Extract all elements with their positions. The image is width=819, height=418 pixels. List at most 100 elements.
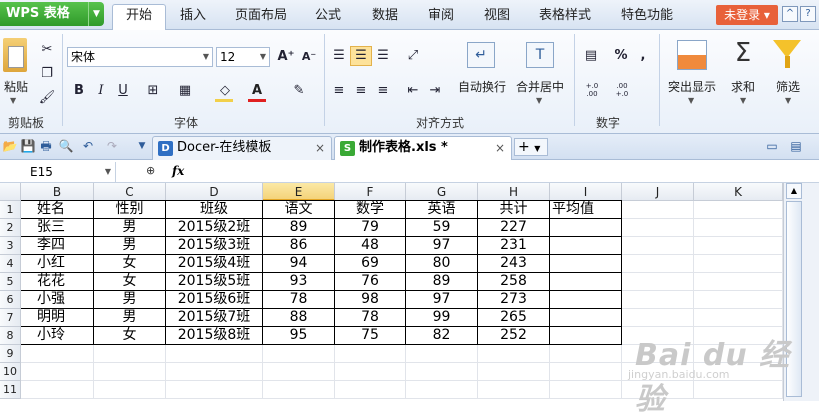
tab-formulas[interactable]: 公式 — [306, 5, 350, 29]
formula-input[interactable] — [198, 162, 818, 182]
tab-special-features[interactable]: 特色功能 — [612, 5, 682, 29]
help-icon[interactable]: ? — [800, 6, 816, 22]
clear-format-icon[interactable]: ✎ — [288, 81, 310, 101]
column-header-d[interactable]: D — [166, 183, 263, 201]
italic-button[interactable]: I — [90, 81, 112, 101]
grid-cell[interactable] — [94, 381, 166, 399]
grid-cell[interactable] — [263, 381, 335, 399]
table-cell[interactable]: 李四 — [21, 237, 94, 255]
merge-center-button[interactable]: 合并居中 — [510, 78, 570, 95]
grid-cell[interactable] — [550, 363, 622, 381]
row-header[interactable]: 11 — [0, 381, 21, 399]
table-cell[interactable]: 2015级7班 — [166, 309, 263, 327]
borders-icon[interactable]: ⊞ — [142, 81, 164, 101]
zoom-formula-icon[interactable]: ⊕ — [146, 164, 155, 177]
grid-cell[interactable] — [694, 255, 783, 273]
table-header-cell[interactable]: 班级 — [166, 201, 263, 219]
chevron-down-icon[interactable]: ▼ — [536, 96, 542, 105]
column-header-h[interactable]: H — [478, 183, 550, 201]
grid-cell[interactable] — [406, 345, 478, 363]
window-list-icon[interactable]: ▤ — [788, 138, 804, 154]
grid-cell[interactable] — [622, 201, 694, 219]
grid-cell[interactable] — [550, 345, 622, 363]
sum-icon[interactable]: Σ — [731, 38, 755, 68]
increase-font-icon[interactable]: A⁺ — [275, 47, 297, 67]
table-cell[interactable]: 82 — [406, 327, 478, 345]
table-header-cell[interactable]: 平均值 — [550, 201, 622, 219]
copy-icon[interactable]: ❐ — [36, 64, 58, 84]
table-cell[interactable]: 女 — [94, 255, 166, 273]
tab-current-workbook[interactable]: S 制作表格.xls * × — [334, 136, 512, 160]
grid-cell[interactable] — [335, 345, 406, 363]
grid-cell[interactable] — [166, 345, 263, 363]
column-header-e[interactable]: E — [263, 183, 335, 201]
table-cell[interactable]: 张三 — [21, 219, 94, 237]
new-tab-button[interactable]: + ▼ — [514, 138, 548, 156]
table-cell[interactable]: 78 — [335, 309, 406, 327]
grid-cell[interactable] — [406, 381, 478, 399]
table-cell[interactable]: 227 — [478, 219, 550, 237]
row-header[interactable]: 3 — [0, 237, 21, 255]
table-cell[interactable]: 243 — [478, 255, 550, 273]
tab-home[interactable]: 开始 — [112, 4, 166, 31]
table-cell[interactable]: 花花 — [21, 273, 94, 291]
grid-cell[interactable] — [335, 363, 406, 381]
tab-review[interactable]: 审阅 — [418, 5, 464, 29]
chevron-down-icon[interactable]: ▼ — [257, 48, 269, 66]
tab-page-layout[interactable]: 页面布局 — [226, 5, 296, 29]
align-right-icon[interactable]: ≡ — [372, 81, 394, 101]
table-header-cell[interactable]: 数学 — [335, 201, 406, 219]
column-header-c[interactable]: C — [94, 183, 166, 201]
decrease-font-icon[interactable]: A⁻ — [298, 47, 320, 67]
grid-cell[interactable] — [694, 291, 783, 309]
grid-cell[interactable] — [694, 273, 783, 291]
table-cell[interactable]: 93 — [263, 273, 335, 291]
grid-cell[interactable] — [21, 381, 94, 399]
window-restore-icon[interactable]: ▭ — [764, 138, 780, 154]
thousands-separator-icon[interactable]: , — [632, 46, 654, 66]
table-cell[interactable] — [550, 237, 622, 255]
format-painter-icon[interactable]: 🖌 — [36, 88, 58, 108]
grid-cell[interactable] — [694, 201, 783, 219]
row-header[interactable]: 9 — [0, 345, 21, 363]
grid-cell[interactable] — [263, 363, 335, 381]
column-header-j[interactable]: J — [622, 183, 694, 201]
chevron-down-icon[interactable]: ▼ — [740, 96, 746, 105]
name-box[interactable]: E15 ▼ — [0, 162, 116, 182]
chevron-down-icon[interactable]: ▼ — [534, 144, 540, 153]
redo-icon[interactable]: ↷ — [104, 138, 120, 154]
column-header-i[interactable]: I — [550, 183, 622, 201]
table-cell[interactable]: 小强 — [21, 291, 94, 309]
font-name-select[interactable]: 宋体 ▼ — [67, 47, 213, 67]
percent-button[interactable]: % — [610, 46, 632, 66]
table-cell[interactable]: 小玲 — [21, 327, 94, 345]
increase-decimal-button[interactable]: +.0 .00 — [580, 82, 604, 98]
cell-style-icon[interactable]: ▦ — [174, 81, 196, 101]
table-cell[interactable]: 79 — [335, 219, 406, 237]
table-cell[interactable]: 2015级3班 — [166, 237, 263, 255]
increase-indent-icon[interactable]: ⇥ — [424, 81, 446, 101]
table-cell[interactable] — [550, 309, 622, 327]
print-preview-icon[interactable]: 🔍 — [58, 138, 74, 154]
conditional-format-icon[interactable] — [677, 40, 707, 70]
table-cell[interactable]: 75 — [335, 327, 406, 345]
table-cell[interactable]: 88 — [263, 309, 335, 327]
table-cell[interactable]: 95 — [263, 327, 335, 345]
table-cell[interactable]: 94 — [263, 255, 335, 273]
save-icon[interactable]: 💾 — [20, 138, 36, 154]
row-header[interactable]: 4 — [0, 255, 21, 273]
row-header[interactable]: 6 — [0, 291, 21, 309]
customize-toolbar-icon[interactable]: ▼ — [134, 138, 150, 154]
grid-cell[interactable] — [622, 219, 694, 237]
paste-icon[interactable] — [3, 38, 27, 72]
row-header[interactable]: 10 — [0, 363, 21, 381]
table-cell[interactable]: 女 — [94, 327, 166, 345]
close-icon[interactable]: × — [495, 137, 505, 159]
sum-button[interactable]: 求和 — [726, 78, 760, 95]
chevron-down-icon[interactable]: ▼ — [105, 162, 111, 182]
fill-color-icon[interactable]: ◇ — [214, 81, 236, 101]
row-header[interactable]: 1 — [0, 201, 21, 219]
highlight-button[interactable]: 突出显示 — [664, 78, 720, 95]
table-cell[interactable]: 231 — [478, 237, 550, 255]
grid-cell[interactable] — [478, 381, 550, 399]
